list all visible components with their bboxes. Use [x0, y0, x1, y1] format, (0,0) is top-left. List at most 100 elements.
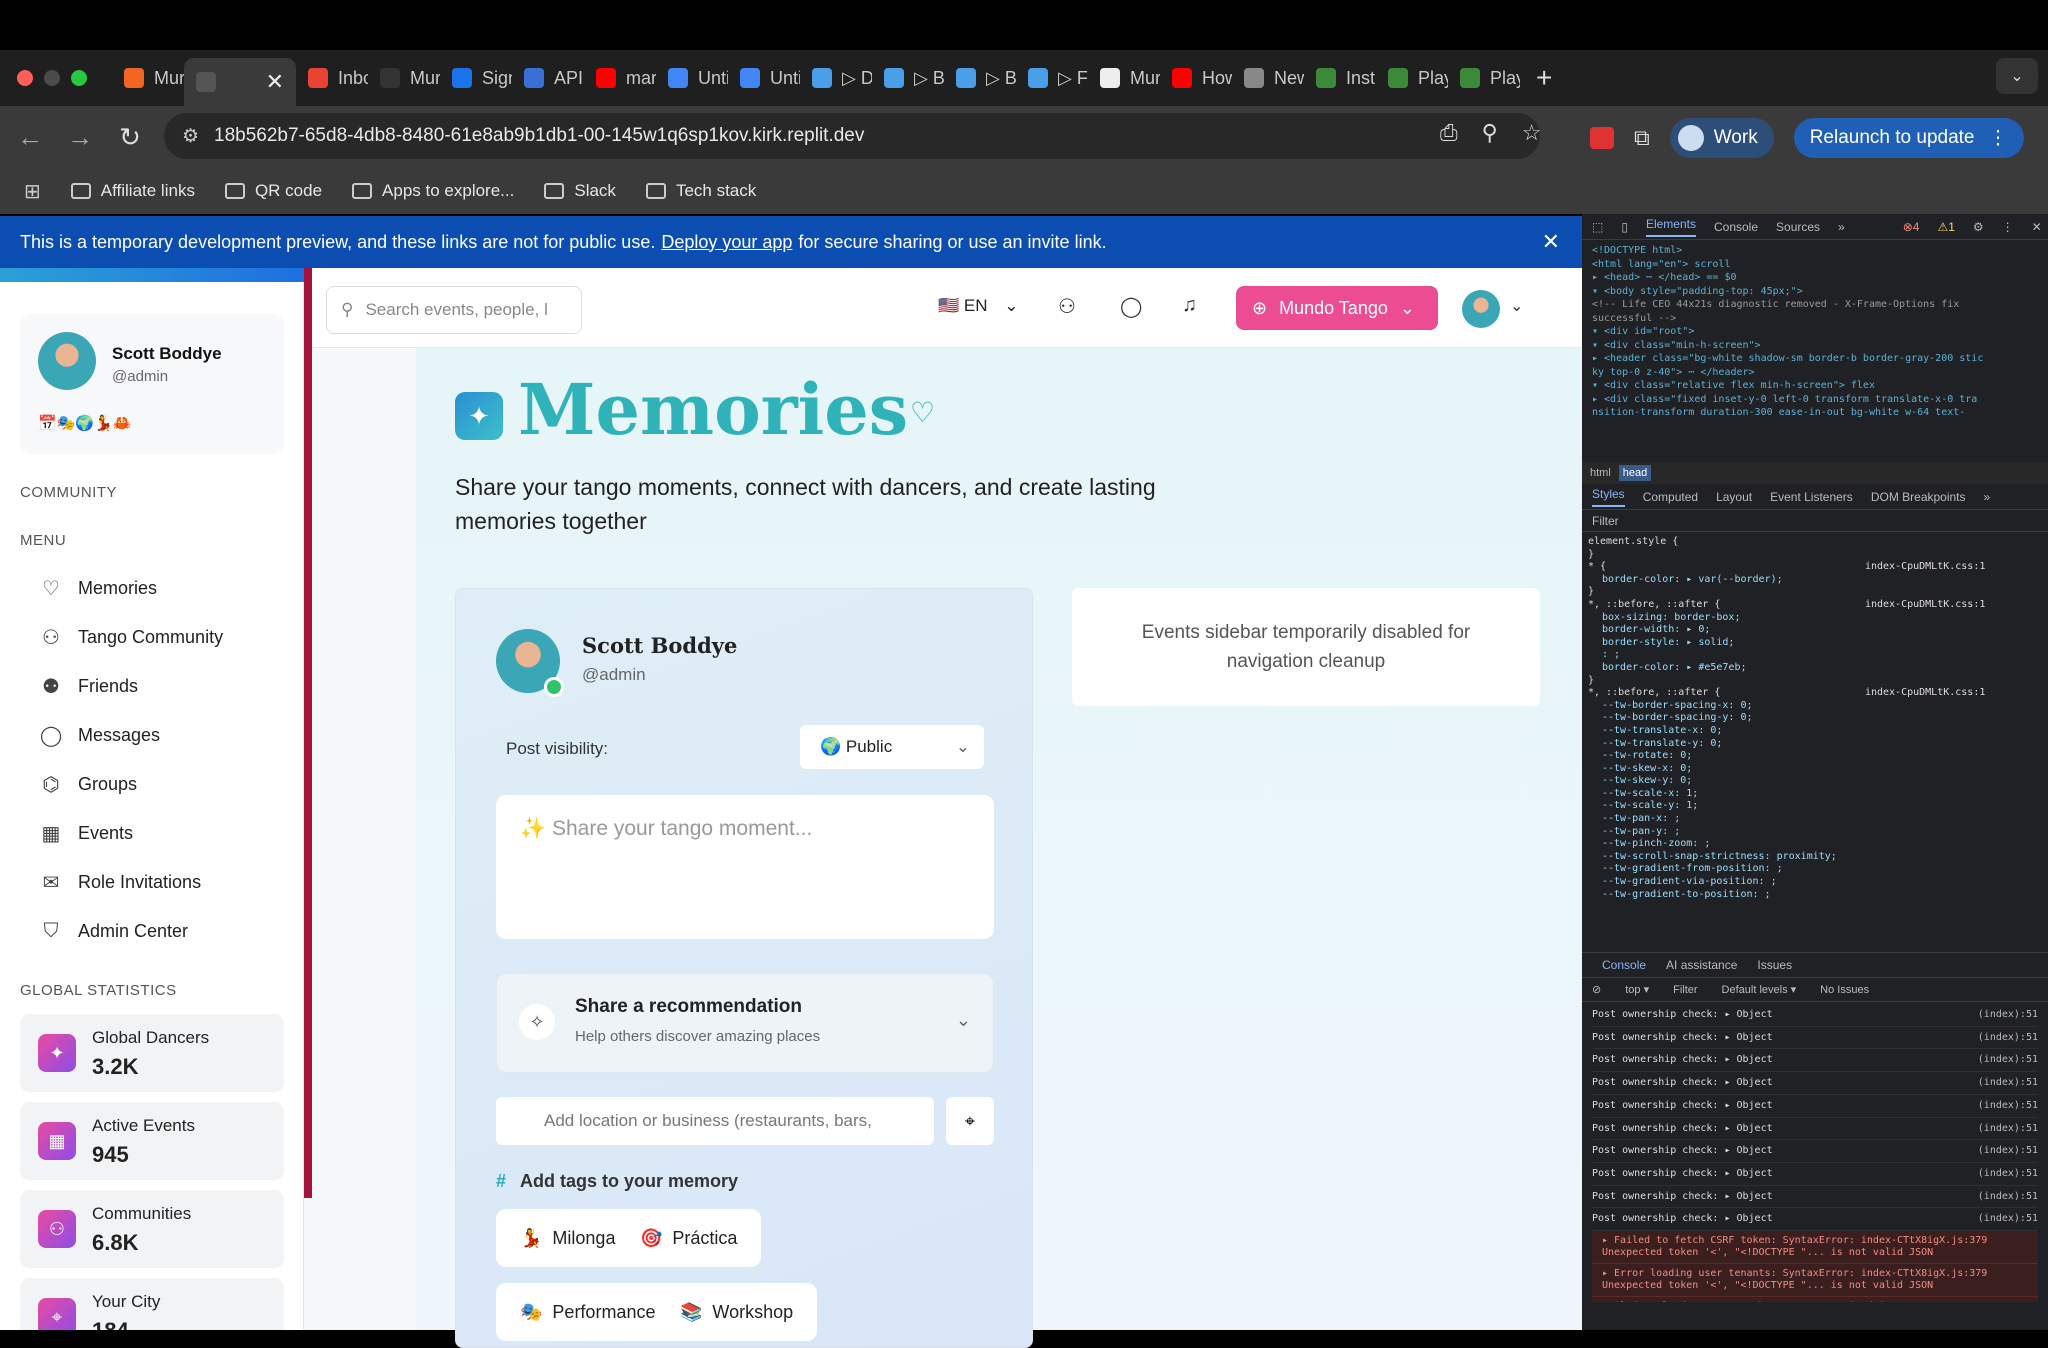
console-error[interactable]: ▸ Failed to fetch CSRF token: SyntaxErro…: [1592, 1231, 2038, 1265]
browser-tab[interactable]: Inbo: [296, 58, 368, 98]
location-input[interactable]: Add location or business (restaurants, b…: [496, 1097, 934, 1145]
log-source-link[interactable]: (index):51: [1978, 1140, 2038, 1162]
sidebar-scrollbar[interactable]: [304, 268, 312, 1198]
bookmark-item[interactable]: Tech stack: [645, 181, 756, 201]
css-line[interactable]: border-width: ▸ 0;: [1588, 624, 2042, 637]
css-line[interactable]: --tw-skew-y: 0;: [1588, 775, 2042, 788]
styles-tab[interactable]: Event Listeners: [1770, 490, 1853, 504]
log-source-link[interactable]: (index):51: [1978, 1072, 2038, 1094]
stat-card[interactable]: ⌖ Your City 184: [20, 1278, 284, 1330]
sidebar-item-friends[interactable]: ⚉ Friends: [20, 662, 284, 711]
log-source-link[interactable]: (index):51: [1978, 1095, 2038, 1117]
css-line[interactable]: --tw-gradient-to-position: ;: [1588, 889, 2042, 902]
close-icon[interactable]: ✕: [2032, 220, 2042, 234]
browser-tab[interactable]: Mur: [368, 58, 440, 98]
recommendation-toggle[interactable]: ✧ Share a recommendation Help others dis…: [496, 973, 994, 1073]
search-input[interactable]: ⚲ Search events, people, l: [326, 286, 582, 334]
console-tab[interactable]: Issues: [1757, 958, 1792, 972]
dom-node[interactable]: ▸ <div class="fixed inset-y-0 left-0 tra…: [1592, 393, 2038, 407]
visibility-select[interactable]: 🌍 Public ⌄: [800, 725, 984, 769]
issues-badge[interactable]: No Issues: [1820, 984, 1869, 996]
css-line[interactable]: --tw-pinch-zoom: ;: [1588, 838, 2042, 851]
browser-tab[interactable]: Unti: [728, 58, 800, 98]
gear-icon[interactable]: ⚙: [1973, 220, 1984, 234]
console-log-row[interactable]: Post ownership check: ▸ Object (index):51: [1592, 1049, 2038, 1073]
users-icon[interactable]: ⚇: [1058, 294, 1076, 319]
forward-icon[interactable]: →: [60, 122, 100, 153]
styles-tab[interactable]: DOM Breakpoints: [1871, 490, 1966, 504]
map-pin-icon[interactable]: ⌖: [946, 1097, 994, 1145]
browser-tab[interactable]: ▷ Fi: [1016, 58, 1088, 98]
minimize-window-button[interactable]: [44, 70, 60, 86]
sidebar-item-groups[interactable]: ⌬ Groups: [20, 760, 284, 809]
console-error[interactable]: ▸ Error loading user tenants: SyntaxErro…: [1592, 1264, 2038, 1298]
crumb-head[interactable]: head: [1618, 465, 1652, 481]
dom-node[interactable]: <!-- Life CEO 44x21s diagnostic removed …: [1592, 298, 2038, 312]
dom-node[interactable]: <html lang="en"> scroll: [1592, 258, 2038, 272]
css-line[interactable]: --tw-border-spacing-x: 0;: [1588, 700, 2042, 713]
browser-tab[interactable]: Play: [1376, 58, 1448, 98]
levels-select[interactable]: Default levels ▾: [1722, 983, 1797, 996]
css-line[interactable]: * { index-CpuDMLtK.css:1: [1588, 561, 2042, 574]
styles-tab[interactable]: »: [1984, 490, 1991, 504]
dom-node[interactable]: successful -->: [1592, 312, 2038, 326]
css-line[interactable]: : ;: [1588, 649, 2042, 662]
browser-tab[interactable]: Mur: [1088, 58, 1160, 98]
css-line[interactable]: --tw-translate-y: 0;: [1588, 738, 2042, 751]
device-icon[interactable]: ▯: [1621, 220, 1628, 234]
css-line[interactable]: --tw-pan-x: ;: [1588, 813, 2042, 826]
css-line[interactable]: *, ::before, ::after { index-CpuDMLtK.cs…: [1588, 599, 2042, 612]
warning-count-badge[interactable]: ⚠1: [1937, 220, 1954, 234]
bookmark-item[interactable]: Slack: [544, 181, 616, 201]
bookmark-item[interactable]: Affiliate links: [70, 181, 195, 201]
browser-tab[interactable]: Play: [1448, 58, 1520, 98]
user-avatar-menu[interactable]: [1462, 290, 1500, 328]
log-source-link[interactable]: (index):51: [1978, 1027, 2038, 1049]
browser-tab[interactable]: API: [512, 58, 584, 98]
browser-tab[interactable]: Mur: [112, 58, 184, 98]
css-line[interactable]: }: [1588, 675, 2042, 688]
sidebar-item-messages[interactable]: ◯ Messages: [20, 711, 284, 760]
console-tab[interactable]: Console: [1602, 958, 1646, 972]
dom-node[interactable]: ▾ <div class="relative flex min-h-screen…: [1592, 379, 2038, 393]
extension-icon[interactable]: [1590, 127, 1614, 149]
browser-tab[interactable]: ▷ D: [800, 58, 872, 98]
browser-tab[interactable]: ▷ B: [944, 58, 1016, 98]
deploy-app-link[interactable]: Deploy your app: [661, 232, 792, 253]
css-line[interactable]: --tw-gradient-via-position: ;: [1588, 876, 2042, 889]
install-icon[interactable]: ⎙: [1440, 120, 1458, 146]
dom-node[interactable]: ▸ <header class="bg-white shadow-sm bord…: [1592, 352, 2038, 366]
dom-node[interactable]: nsition-transform duration-300 ease-in-o…: [1592, 406, 2038, 420]
sidebar-item-memories[interactable]: ♡ Memories: [20, 564, 284, 613]
dom-node[interactable]: ▾ <div class="min-h-screen">: [1592, 339, 2038, 353]
stat-card[interactable]: ▦ Active Events 945: [20, 1102, 284, 1180]
browser-tab[interactable]: Unti: [656, 58, 728, 98]
console-log-row[interactable]: Post ownership check: ▸ Object (index):51: [1592, 1186, 2038, 1209]
close-icon[interactable]: ✕: [1542, 229, 1560, 255]
dom-node[interactable]: <!DOCTYPE html>: [1592, 244, 2038, 258]
styles-tab[interactable]: Computed: [1643, 490, 1698, 504]
profile-button[interactable]: Work: [1669, 118, 1774, 158]
css-line[interactable]: border-color: ▸ var(--border);: [1588, 574, 2042, 587]
maximize-window-button[interactable]: [71, 70, 87, 86]
styles-filter[interactable]: Filter: [1582, 510, 2048, 532]
console-error[interactable]: Failed to load resource: the server /api…: [1592, 1297, 2038, 1302]
browser-tab[interactable]: ✕: [184, 58, 296, 106]
browser-tab[interactable]: Inst: [1304, 58, 1376, 98]
css-line[interactable]: --tw-scale-y: 1;: [1588, 800, 2042, 813]
heart-icon[interactable]: ♡: [910, 396, 935, 429]
css-line[interactable]: box-sizing: border-box;: [1588, 612, 2042, 625]
styles-tab[interactable]: Layout: [1716, 490, 1752, 504]
console-log-row[interactable]: Post ownership check: ▸ Object (index):51: [1592, 1095, 2038, 1118]
browser-tab[interactable]: mar: [584, 58, 656, 98]
dom-node[interactable]: ▸ <head> ⋯ </head> == $0: [1592, 271, 2038, 285]
zoom-icon[interactable]: ⚲: [1482, 120, 1498, 146]
sidebar-item-admin-center[interactable]: ⛉ Admin Center: [20, 907, 284, 956]
kebab-menu-icon[interactable]: ⋮: [2002, 220, 2014, 234]
address-bar[interactable]: ⚙ 18b562b7-65d8-4db8-8480-61e8ab9b1db1-0…: [164, 113, 1540, 159]
relaunch-button[interactable]: Relaunch to update ⋮: [1793, 118, 2024, 158]
browser-tab[interactable]: How: [1160, 58, 1232, 98]
css-line[interactable]: --tw-skew-x: 0;: [1588, 763, 2042, 776]
styles-tab[interactable]: Styles: [1592, 487, 1625, 507]
new-tab-button[interactable]: +: [1520, 62, 1568, 94]
